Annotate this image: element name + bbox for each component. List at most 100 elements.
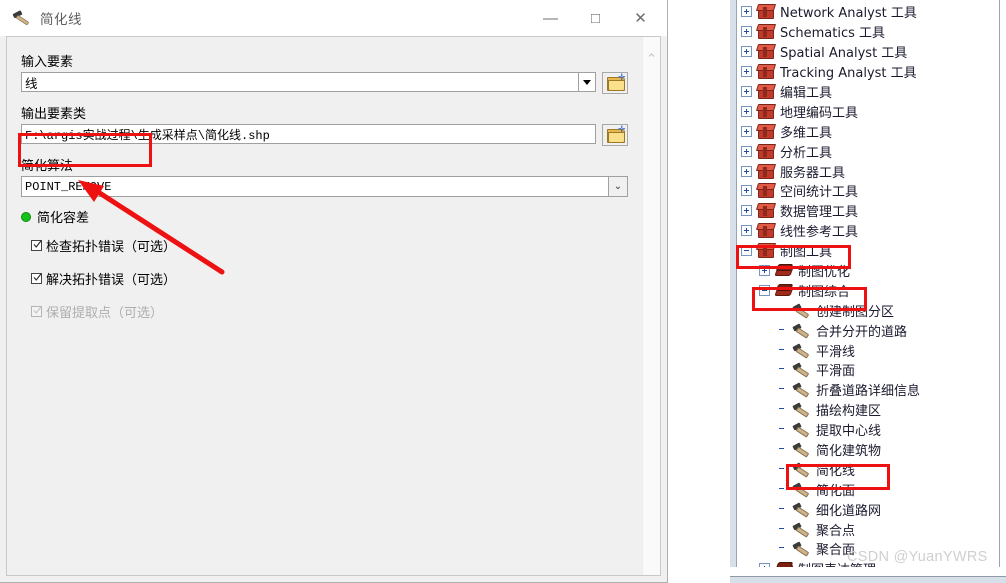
tree-item[interactable]: 数据管理工具	[737, 201, 999, 221]
input-features-dropdown-button[interactable]	[579, 72, 596, 92]
toolbox-icon	[755, 223, 777, 239]
tree-item[interactable]: 描绘构建区	[737, 400, 999, 420]
tree-item-label: 折叠道路详细信息	[816, 384, 921, 400]
tree-item[interactable]: 简化建筑物	[737, 440, 999, 460]
checkbox-box[interactable]	[31, 240, 42, 251]
no-expander	[777, 364, 788, 375]
tree-item[interactable]: 制图综合	[737, 280, 999, 300]
tree-item[interactable]: 平滑面	[737, 360, 999, 380]
hammer-icon	[792, 362, 810, 379]
expand-plus-icon[interactable]	[741, 145, 752, 157]
tree-item[interactable]: Tracking Analyst 工具	[737, 62, 999, 82]
tree-item[interactable]: Spatial Analyst 工具	[737, 42, 999, 62]
toolset-icon	[774, 283, 794, 298]
output-feature-class-browse-button[interactable]: ✛	[602, 124, 628, 146]
expand-plus-icon[interactable]	[741, 225, 752, 237]
tree-item-label: 创建制图分区	[816, 304, 895, 320]
tree-item[interactable]: 提取中心线	[737, 420, 999, 440]
tree-item[interactable]: 简化面	[737, 479, 999, 499]
expand-plus-icon[interactable]	[741, 26, 752, 38]
no-expander	[777, 325, 788, 336]
tree-item[interactable]: 地理编码工具	[737, 101, 999, 121]
tree-item[interactable]: 折叠道路详细信息	[737, 380, 999, 400]
toolset-icon	[774, 263, 794, 278]
tree-item-label: 空间统计工具	[780, 185, 859, 201]
expand-plus-icon[interactable]	[741, 185, 752, 197]
expand-plus-icon[interactable]	[759, 265, 770, 277]
simplification-algorithm-label: 简化算法	[21, 159, 74, 174]
toolbox-icon	[755, 243, 777, 259]
expand-plus-icon[interactable]	[741, 6, 752, 18]
tree-item-label: 描绘构建区	[816, 404, 882, 420]
expand-plus-icon[interactable]	[741, 86, 752, 97]
tree-item-label: Tracking Analyst 工具	[780, 66, 917, 82]
hammer-icon	[792, 382, 810, 399]
toolbox-icon	[755, 203, 777, 219]
tree-item-label: 平滑面	[816, 364, 856, 380]
toolbox-icon	[755, 183, 777, 199]
checkbox-label: 检查拓扑错误（可选）	[46, 240, 177, 255]
hammer-icon	[792, 462, 810, 478]
tree-item[interactable]: 分析工具	[737, 141, 999, 161]
expand-plus-icon[interactable]	[741, 125, 752, 137]
maximize-button[interactable]: □	[573, 3, 618, 33]
input-features-field[interactable]: 线	[21, 72, 579, 92]
simplify-line-dialog: 简化线 — □ ✕ 输入要素 线 ✛ 输出要素类 F:\argis实战过程\生成…	[0, 0, 668, 583]
expand-plus-icon[interactable]	[741, 66, 752, 78]
checkbox-resolve-topology-errors[interactable]: 解决拓扑错误（可选）	[31, 269, 628, 288]
folder-add-icon: ✛	[606, 125, 626, 143]
expand-plus-icon[interactable]	[741, 165, 752, 177]
tree-item[interactable]: 制图优化	[737, 261, 999, 281]
tree-item[interactable]: 制图工具	[737, 241, 999, 261]
expand-plus-icon[interactable]	[741, 205, 752, 217]
tree-item[interactable]: 服务器工具	[737, 161, 999, 181]
simplification-algorithm-value[interactable]: POINT_REMOVE	[21, 176, 609, 197]
tree-item[interactable]: 空间统计工具	[737, 181, 999, 201]
parameter-form: 输入要素 线 ✛ 输出要素类 F:\argis实战过程\生成采样点\简化线.sh…	[7, 37, 642, 575]
minimize-button[interactable]: —	[528, 3, 573, 33]
chevron-down-icon[interactable]: ⌄	[609, 176, 628, 197]
tree-item[interactable]: 多维工具	[737, 121, 999, 141]
tree-item[interactable]: 合并分开的道路	[737, 320, 999, 340]
panel-bottom-bar	[730, 576, 1006, 583]
tree-item[interactable]: 线性参考工具	[737, 221, 999, 241]
collapse-minus-icon[interactable]	[741, 245, 752, 257]
checkbox-label: 保留提取点（可选）	[46, 306, 164, 321]
tree-item[interactable]: 创建制图分区	[737, 300, 999, 320]
hammer-icon	[792, 323, 810, 339]
dialog-title-bar: 简化线 — □ ✕	[0, 0, 667, 36]
chevron-up-icon[interactable]: ⌃	[643, 51, 660, 67]
hammer-icon	[792, 541, 810, 558]
tree-item[interactable]: Schematics 工具	[737, 22, 999, 42]
close-button[interactable]: ✕	[618, 3, 663, 33]
tree-item[interactable]: 简化线	[737, 459, 999, 479]
no-expander	[777, 305, 788, 316]
tree-item-label: Spatial Analyst 工具	[780, 46, 908, 62]
tree-item[interactable]: 细化道路网	[737, 499, 999, 519]
background-gap	[668, 0, 730, 583]
tree-item[interactable]: 编辑工具	[737, 82, 999, 102]
checkbox-check-topology-errors[interactable]: 检查拓扑错误（可选）	[31, 236, 628, 255]
simplification-algorithm-combobox[interactable]: POINT_REMOVE ⌄	[21, 176, 628, 197]
toolbox-icon	[755, 24, 777, 40]
simplification-tolerance-row: 简化容差	[21, 207, 628, 226]
toolbox-tree[interactable]: Network Analyst 工具 Schematics 工具 Spatial A…	[737, 2, 999, 575]
tree-item-label: 服务器工具	[780, 165, 846, 181]
no-expander	[777, 504, 788, 515]
output-feature-class-field[interactable]: F:\argis实战过程\生成采样点\简化线.shp	[21, 124, 596, 144]
checkbox-box[interactable]	[31, 273, 42, 284]
tree-item[interactable]: Network Analyst 工具	[737, 2, 999, 22]
input-features-browse-button[interactable]: ✛	[602, 72, 628, 94]
tree-item-label: 线性参考工具	[780, 225, 859, 241]
tree-item-label: 制图工具	[780, 245, 833, 261]
collapse-minus-icon[interactable]	[759, 284, 770, 296]
expand-plus-icon[interactable]	[741, 105, 752, 117]
expand-plus-icon[interactable]	[741, 46, 752, 58]
tree-item-label: 简化建筑物	[816, 444, 882, 460]
toolbox-icon	[755, 103, 777, 119]
dialog-scrollbar[interactable]: ⌃	[642, 37, 660, 575]
folder-add-icon: ✛	[606, 73, 626, 91]
input-features-row: 线 ✛	[21, 72, 628, 94]
tree-item[interactable]: 聚合点	[737, 519, 999, 539]
tree-item[interactable]: 平滑线	[737, 340, 999, 360]
